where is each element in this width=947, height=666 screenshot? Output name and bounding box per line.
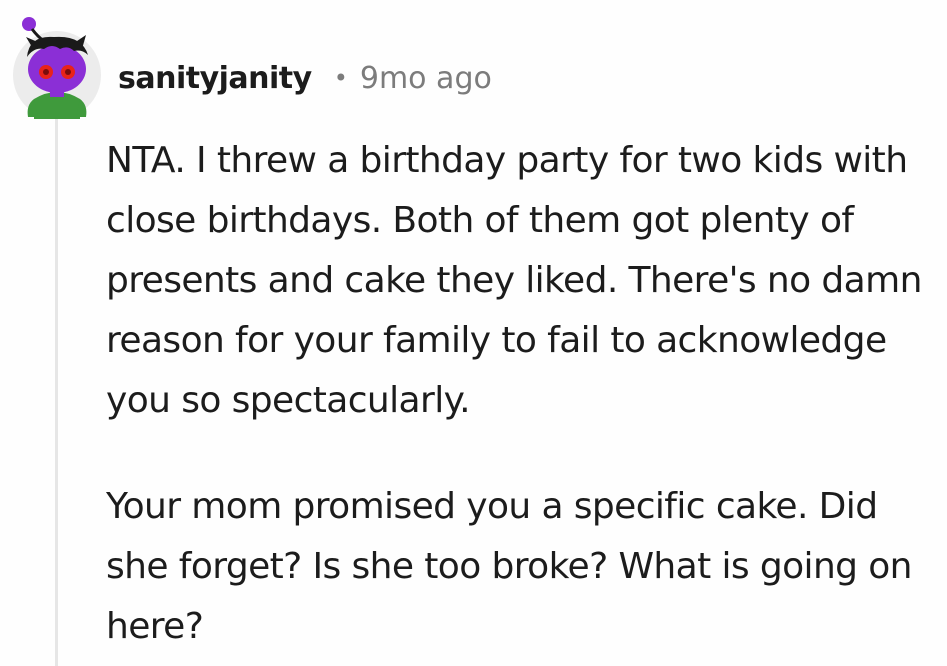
comment-paragraph-1: NTA. I threw a birthday party for two ki… [106, 140, 922, 421]
separator-dot: • [333, 64, 348, 92]
snoo-avatar-icon [13, 17, 101, 119]
user-avatar[interactable] [12, 17, 102, 119]
thread-line[interactable] [55, 118, 58, 666]
comment-paragraph-2: Your mom promised you a specific cake. D… [106, 486, 913, 647]
comment-header: sanityjanity • 9mo ago [118, 56, 492, 100]
comment-timestamp[interactable]: 9mo ago [360, 61, 492, 96]
comment-body: NTA. I threw a birthday party for two ki… [106, 131, 941, 657]
username-link[interactable]: sanityjanity [118, 61, 312, 96]
